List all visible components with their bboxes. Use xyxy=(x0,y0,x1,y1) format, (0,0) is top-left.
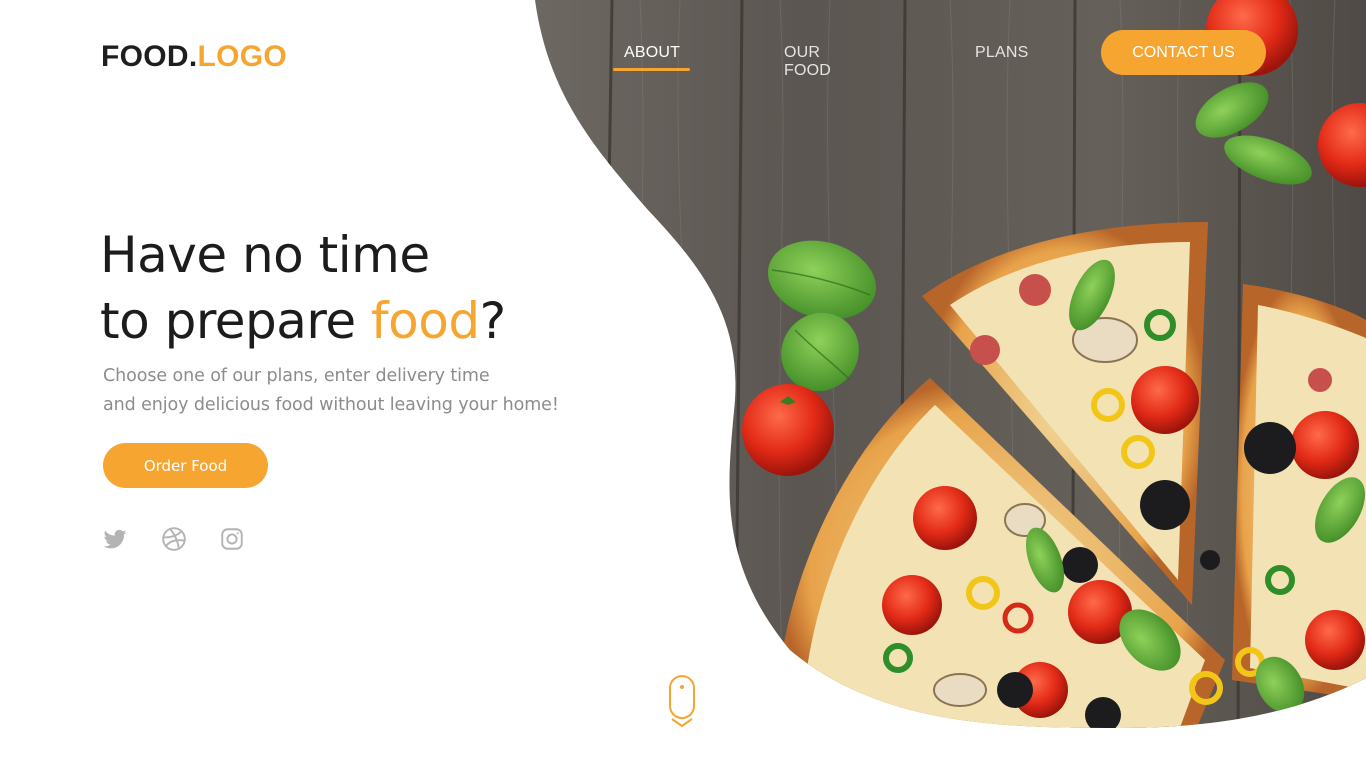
subtext-line-1: Choose one of our plans, enter delivery … xyxy=(103,366,490,386)
hero-subtext: Choose one of our plans, enter delivery … xyxy=(103,362,559,420)
contact-us-button[interactable]: CONTACT US xyxy=(1101,30,1266,75)
twitter-icon[interactable] xyxy=(102,526,128,552)
headline-line-1: Have no time xyxy=(100,226,430,284)
nav-active-underline xyxy=(613,68,690,71)
hero-headline: Have no time to prepare food? xyxy=(100,222,506,354)
headline-line-2-post: ? xyxy=(479,292,507,350)
logo[interactable]: FOOD.LOGO xyxy=(101,40,287,74)
nav-link-plans[interactable]: PLANS xyxy=(975,44,1028,62)
nav-link-about[interactable]: ABOUT xyxy=(624,44,680,62)
dribbble-icon[interactable] xyxy=(161,526,187,552)
headline-accent-word: food xyxy=(371,292,480,350)
logo-main-text: FOOD. xyxy=(101,40,198,73)
logo-accent-text: LOGO xyxy=(197,40,288,73)
scroll-down-mouse-icon[interactable] xyxy=(668,675,696,731)
subtext-line-2: and enjoy delicious food without leaving… xyxy=(103,395,559,415)
nav-link-our-food[interactable]: OUR FOOD xyxy=(784,44,831,80)
order-food-button[interactable]: Order Food xyxy=(103,443,268,488)
instagram-icon[interactable] xyxy=(219,526,245,552)
headline-line-2-pre: to prepare xyxy=(100,292,372,350)
